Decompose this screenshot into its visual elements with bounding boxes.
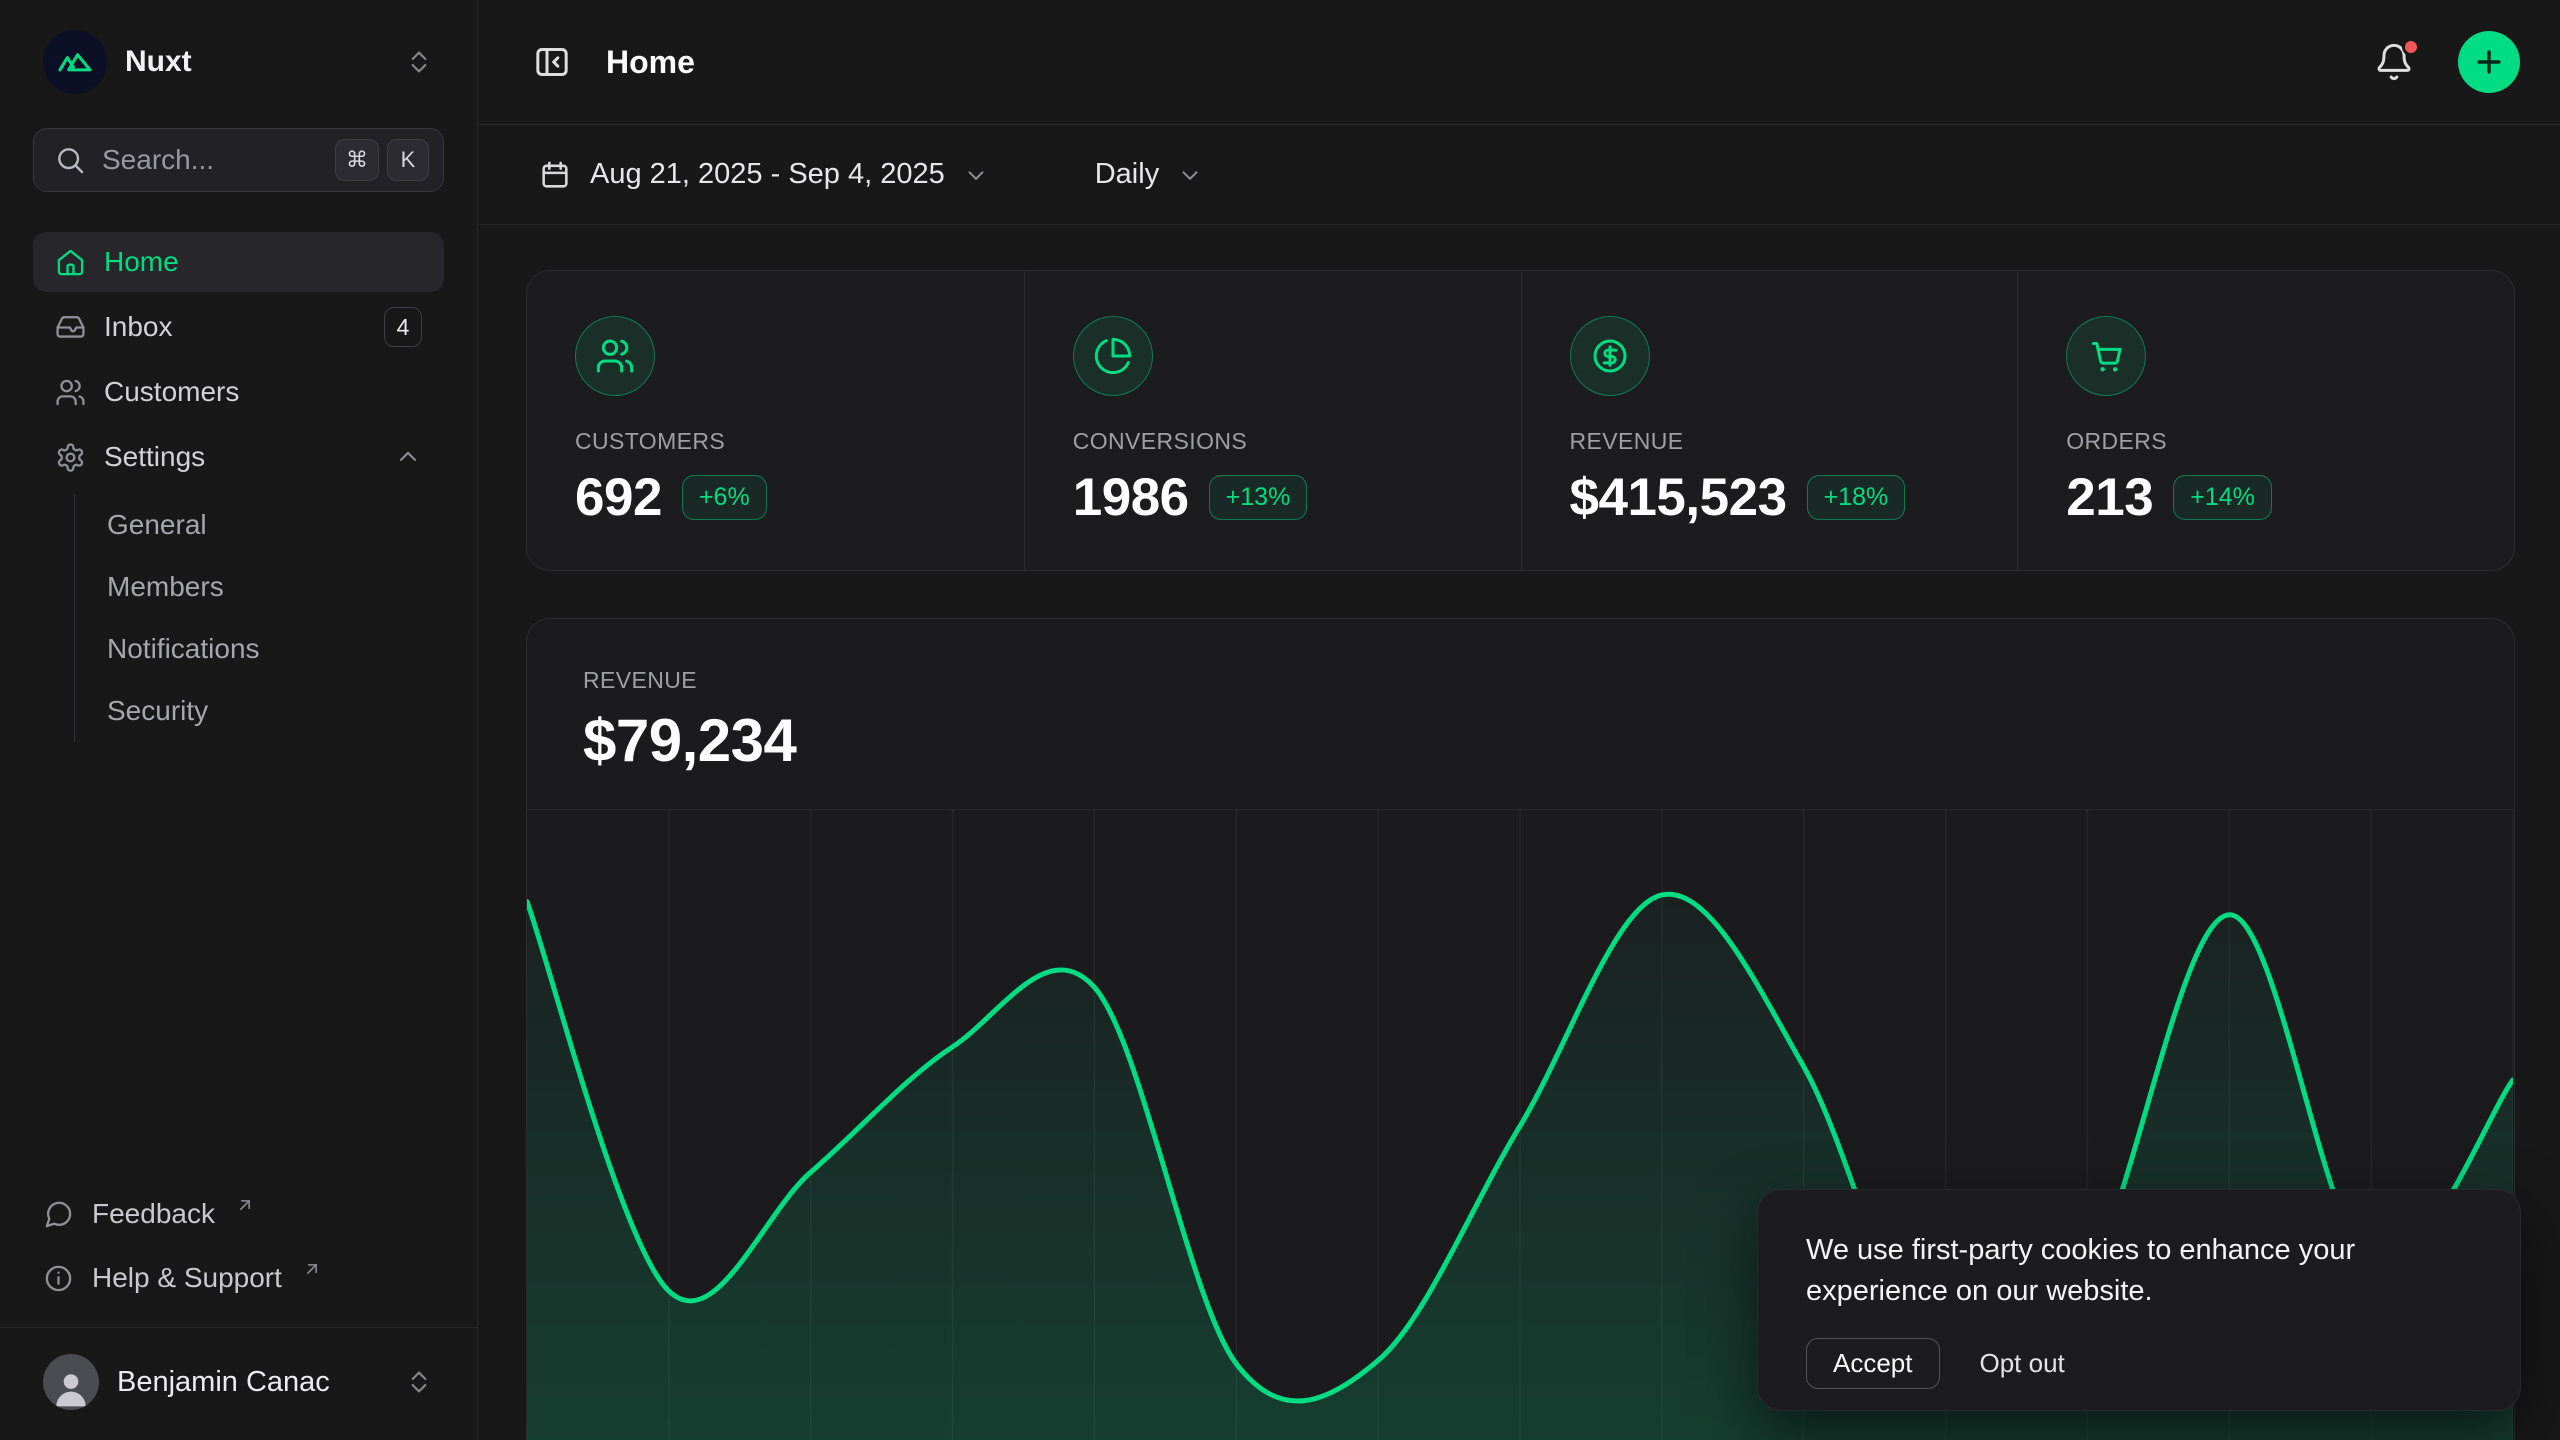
sidebar-item-label: Inbox <box>104 311 173 343</box>
plus-icon <box>2472 45 2506 79</box>
stat-value: 213 <box>2066 467 2153 528</box>
chevrons-up-down-icon <box>404 1367 434 1397</box>
kbd-k: K <box>387 139 429 181</box>
gear-icon <box>55 442 86 473</box>
cart-icon <box>2066 316 2146 396</box>
workspace-switcher[interactable]: Nuxt <box>33 22 444 102</box>
inbox-count-badge: 4 <box>384 307 422 347</box>
feedback-link[interactable]: Feedback <box>33 1185 444 1243</box>
stats-row: CUSTOMERS 692 +6% CONVERSIONS 1986 +13% <box>526 270 2515 571</box>
dollar-circle-icon <box>1570 316 1650 396</box>
sidebar-collapse-button[interactable] <box>524 34 580 90</box>
external-link-icon <box>235 1195 255 1215</box>
sidebar-spacer <box>33 742 444 1185</box>
user-menu[interactable]: Benjamin Canac <box>33 1348 444 1416</box>
stat-delta-badge: +6% <box>682 475 767 520</box>
settings-sub-list: General Members Notifications Security <box>74 494 444 742</box>
stat-label: CUSTOMERS <box>575 428 976 455</box>
sidebar-item-security[interactable]: Security <box>107 680 444 742</box>
user-section: Benjamin Canac <box>0 1327 477 1416</box>
search-field[interactable] <box>102 144 319 176</box>
stat-value: 1986 <box>1073 467 1189 528</box>
stat-revenue[interactable]: REVENUE $415,523 +18% <box>1521 271 2018 571</box>
sidebar-item-label: Customers <box>104 376 239 408</box>
sidebar-item-customers[interactable]: Customers <box>33 362 444 422</box>
nuxt-logo-icon <box>43 30 107 94</box>
sidebar-item-inbox[interactable]: Inbox 4 <box>33 297 444 357</box>
chevrons-up-down-icon <box>404 47 434 77</box>
help-support-link[interactable]: Help & Support <box>33 1249 444 1307</box>
search-input[interactable]: ⌘ K <box>33 128 444 192</box>
chevron-down-icon <box>963 162 989 188</box>
filters-toolbar: Aug 21, 2025 - Sep 4, 2025 Daily <box>479 125 2560 225</box>
cookie-message: We use first-party cookies to enhance yo… <box>1806 1230 2466 1312</box>
accept-button[interactable]: Accept <box>1806 1338 1940 1389</box>
avatar <box>43 1354 99 1410</box>
panel-left-close-icon <box>532 42 572 82</box>
search-icon <box>54 144 86 176</box>
info-circle-icon <box>43 1263 74 1294</box>
sidebar-item-general[interactable]: General <box>107 494 444 556</box>
stat-value: $415,523 <box>1570 467 1787 528</box>
sidebar-item-label: Settings <box>104 441 205 473</box>
granularity-value: Daily <box>1095 158 1159 191</box>
search-shortcut: ⌘ K <box>335 139 429 181</box>
sidebar-item-home[interactable]: Home <box>33 232 444 292</box>
help-support-label: Help & Support <box>92 1262 282 1294</box>
user-name: Benjamin Canac <box>117 1366 330 1399</box>
notifications-button[interactable] <box>2366 34 2422 90</box>
page-title: Home <box>606 44 695 81</box>
sidebar-item-label: Home <box>104 246 179 278</box>
date-range-picker[interactable]: Aug 21, 2025 - Sep 4, 2025 <box>524 148 1003 202</box>
message-bubble-icon <box>43 1199 74 1230</box>
sidebar-item-settings[interactable]: Settings <box>33 427 444 487</box>
stat-label: REVENUE <box>1570 428 1970 455</box>
kbd-cmd: ⌘ <box>335 139 379 181</box>
sidebar-item-members[interactable]: Members <box>107 556 444 618</box>
sidebar-nav: Home Inbox 4 Customers Settings <box>33 232 444 742</box>
stat-delta-badge: +18% <box>1807 475 1906 520</box>
sidebar-footer-links: Feedback Help & Support <box>33 1185 444 1307</box>
top-header: Home <box>479 0 2560 125</box>
stat-delta-badge: +13% <box>1209 475 1308 520</box>
notification-dot <box>2402 38 2420 56</box>
external-link-icon <box>302 1259 322 1279</box>
workspace-name: Nuxt <box>125 45 192 79</box>
chevron-down-icon <box>1177 162 1203 188</box>
feedback-label: Feedback <box>92 1198 215 1230</box>
add-button[interactable] <box>2458 31 2520 93</box>
cookie-actions: Accept Opt out <box>1806 1338 2472 1389</box>
date-range-value: Aug 21, 2025 - Sep 4, 2025 <box>590 158 945 191</box>
app-window: Nuxt ⌘ K Home <box>0 0 2560 1440</box>
revenue-label: REVENUE <box>583 667 2458 694</box>
stat-delta-badge: +14% <box>2173 475 2272 520</box>
stat-label: ORDERS <box>2066 428 2466 455</box>
calendar-icon <box>538 158 572 192</box>
users-icon <box>55 377 86 408</box>
stat-label: CONVERSIONS <box>1073 428 1473 455</box>
stat-customers[interactable]: CUSTOMERS 692 +6% <box>527 271 1024 571</box>
granularity-select[interactable]: Daily <box>1081 148 1217 201</box>
inbox-icon <box>55 312 86 343</box>
cookie-banner: We use first-party cookies to enhance yo… <box>1757 1189 2521 1411</box>
stat-value: 692 <box>575 467 662 528</box>
stat-conversions[interactable]: CONVERSIONS 1986 +13% <box>1024 271 1521 571</box>
home-icon <box>55 247 86 278</box>
sidebar: Nuxt ⌘ K Home <box>0 0 478 1440</box>
pie-chart-icon <box>1073 316 1153 396</box>
sidebar-item-notifications[interactable]: Notifications <box>107 618 444 680</box>
chevron-up-icon <box>394 443 422 471</box>
revenue-total: $79,234 <box>583 706 2458 775</box>
users-icon <box>575 316 655 396</box>
stat-orders[interactable]: ORDERS 213 +14% <box>2017 271 2514 571</box>
opt-out-button[interactable]: Opt out <box>1976 1339 2069 1388</box>
